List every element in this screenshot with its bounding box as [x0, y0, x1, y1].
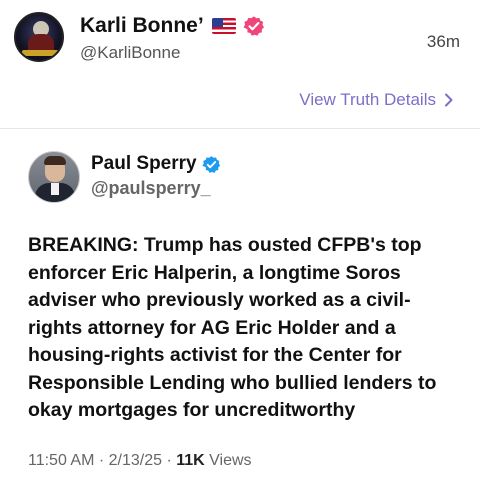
quoted-author-name-row[interactable]: Paul Sperry: [91, 153, 221, 175]
author-name-row[interactable]: Karli Bonne’: [80, 14, 265, 38]
us-flag-icon: [211, 18, 236, 34]
verified-badge-icon: [202, 155, 221, 174]
quoted-author-name[interactable]: Paul Sperry: [91, 153, 197, 175]
view-truth-details-link[interactable]: View Truth Details: [299, 90, 454, 110]
view-truth-details-label: View Truth Details: [299, 90, 436, 109]
post-header: Karli Bonne’ @KarliBonne 36m: [14, 10, 460, 66]
quoted-post-time-date: 11:50 AM · 2/13/25 ·: [28, 452, 177, 469]
author-avatar[interactable]: [14, 12, 64, 62]
quoted-post-meta: 11:50 AM · 2/13/25 · 11K Views: [28, 452, 252, 470]
quoted-author-avatar[interactable]: [28, 151, 80, 203]
quoted-post-view-count: 11K: [176, 452, 205, 469]
quoted-author-handle[interactable]: @paulsperry_: [91, 178, 211, 199]
divider: [0, 128, 480, 129]
post-timestamp[interactable]: 36m: [427, 32, 460, 52]
author-name[interactable]: Karli Bonne’: [80, 14, 204, 38]
quoted-post-views-label: Views: [204, 452, 252, 469]
quoted-post-header: Paul Sperry @paulsperry_: [28, 151, 460, 205]
chevron-right-icon: [445, 93, 453, 107]
author-handle[interactable]: @KarliBonne: [80, 43, 180, 63]
verified-badge-icon: [243, 15, 265, 37]
quoted-post-body: BREAKING: Trump has ousted CFPB's top en…: [28, 234, 437, 421]
